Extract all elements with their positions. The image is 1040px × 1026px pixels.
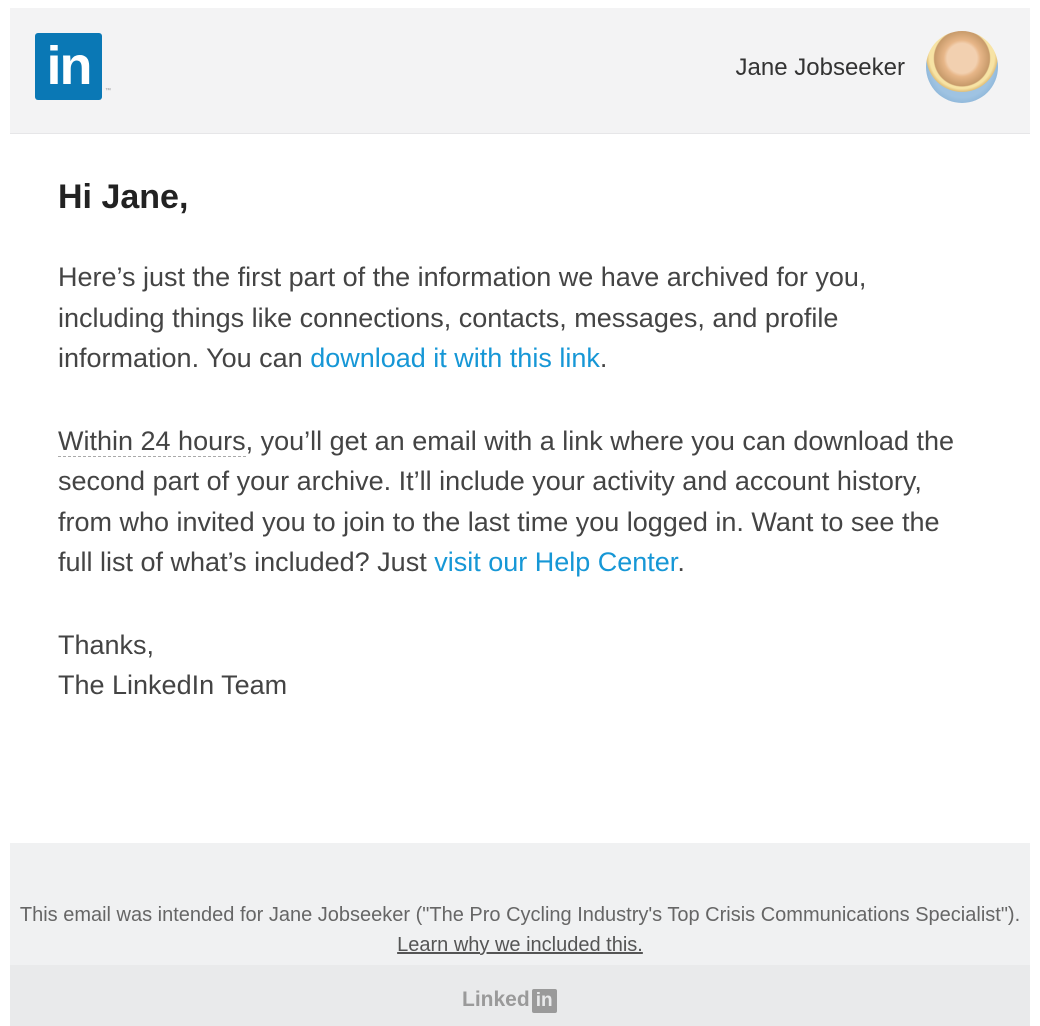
paragraph-end: . [599,343,608,373]
email-body: Hi Jane, Here’s just the first part of t… [58,178,978,705]
signoff: Thanks, The LinkedIn Team [58,625,978,705]
trademark-mark: ™ [105,88,111,94]
paragraph-archive-info: Here’s just the first part of the inform… [58,257,978,379]
signoff-thanks: Thanks, [58,629,155,660]
paragraph-second-part: Within 24 hours, you’ll get an email wit… [58,421,978,583]
footer-text: This email was intended for Jane Jobseek… [10,900,1030,960]
user-name[interactable]: Jane Jobseeker [736,54,905,82]
greeting: Hi Jane, [58,178,189,216]
signoff-team: The LinkedIn Team [58,669,288,700]
time-highlight: Within 24 hours [58,425,246,457]
footer-intended-text: This email was intended for Jane Jobseek… [19,904,1021,926]
email-header: in ™ Jane Jobseeker [10,8,1030,134]
help-center-link[interactable]: visit our Help Center [434,547,677,577]
footer-linkedin-logo[interactable]: Linked in [462,988,557,1014]
avatar[interactable] [926,31,998,103]
linkedin-logo[interactable]: in [35,33,102,100]
download-link[interactable]: download it with this link [310,343,600,373]
email-footer: This email was intended for Jane Jobseek… [10,843,1030,1026]
footer-logo-box: in [531,989,557,1013]
email-frame: in ™ Jane Jobseeker Hi Jane, Here’s just… [10,8,1030,1026]
learn-why-link[interactable]: Learn why we included this. [397,934,643,956]
footer-logo-text: Linked [462,988,530,1011]
paragraph-end: . [677,547,685,577]
